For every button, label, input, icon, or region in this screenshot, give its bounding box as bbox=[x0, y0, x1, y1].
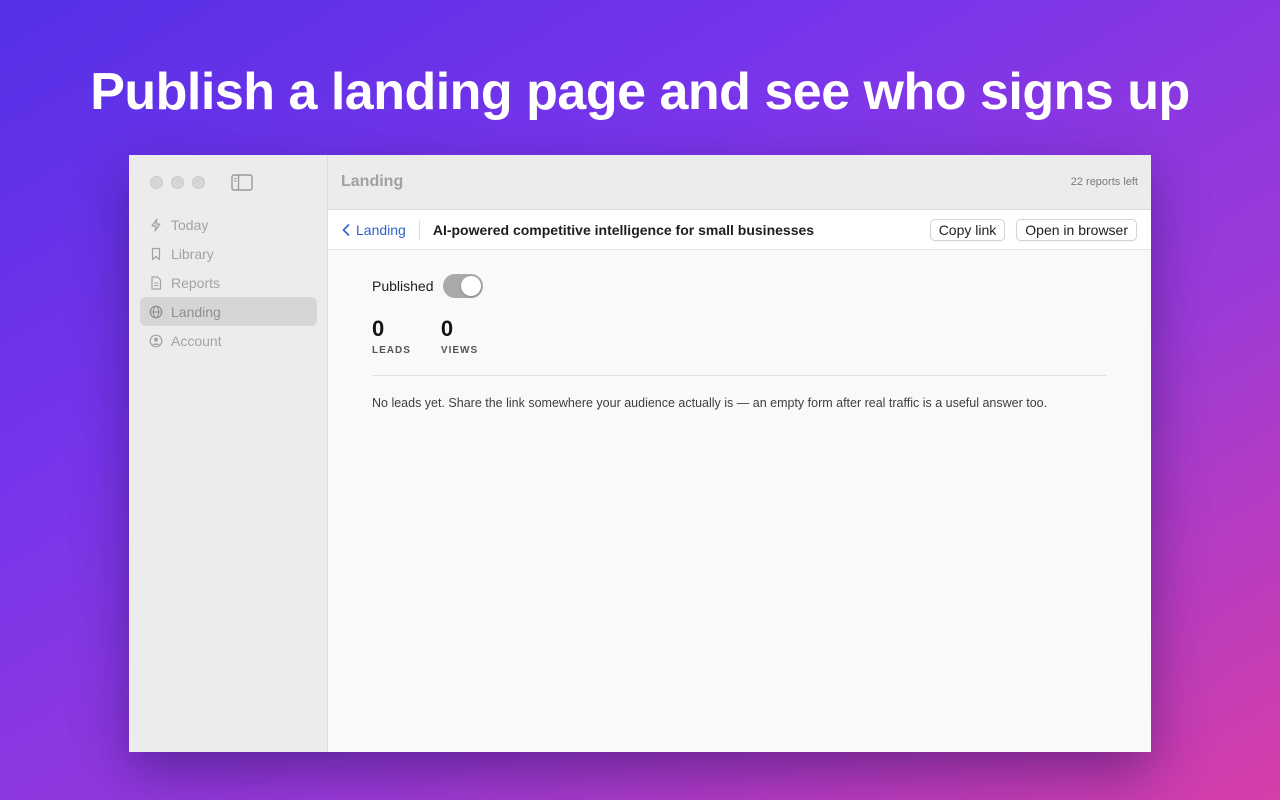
toolbar-actions: Copy link Open in browser bbox=[929, 219, 1137, 241]
leads-stat: 0 LEADS bbox=[372, 316, 411, 357]
published-row: Published bbox=[372, 274, 1107, 298]
sidebar-item-label: Account bbox=[171, 332, 222, 349]
empty-leads-message: No leads yet. Share the link somewhere y… bbox=[372, 396, 1048, 410]
globe-icon bbox=[149, 305, 163, 319]
sidebar-item-today[interactable]: Today bbox=[140, 210, 317, 239]
landing-detail: Published 0 LEADS 0 VIEWS No leads yet. … bbox=[328, 250, 1151, 434]
landing-page-name: AI-powered competitive intelligence for … bbox=[432, 221, 815, 238]
views-stat: 0 VIEWS bbox=[440, 316, 479, 357]
toggle-knob bbox=[460, 276, 481, 296]
bookmark-icon bbox=[149, 247, 163, 261]
person-circle-icon bbox=[149, 334, 163, 348]
close-window-button[interactable] bbox=[150, 176, 163, 189]
app-window: Today Library Reports Landing Account La… bbox=[129, 155, 1151, 752]
open-in-browser-button[interactable]: Open in browser bbox=[1016, 219, 1137, 241]
zoom-window-button[interactable] bbox=[192, 176, 205, 189]
views-label: VIEWS bbox=[440, 345, 479, 356]
window-controls bbox=[150, 176, 205, 189]
views-count: 0 bbox=[440, 316, 454, 341]
headline: Publish a landing page and see who signs… bbox=[90, 63, 1190, 121]
divider bbox=[372, 375, 1106, 376]
back-button[interactable]: Landing bbox=[342, 219, 420, 240]
main-pane: Landing 22 reports left Landing AI-power… bbox=[328, 155, 1151, 752]
minimize-window-button[interactable] bbox=[171, 176, 184, 189]
detail-toolbar: Landing AI-powered competitive intellige… bbox=[328, 210, 1151, 250]
sidebar-item-label: Reports bbox=[171, 274, 221, 291]
document-icon bbox=[149, 275, 163, 290]
titlebar: Landing 22 reports left bbox=[328, 155, 1151, 210]
stats: 0 LEADS 0 VIEWS bbox=[372, 316, 1107, 357]
leads-label: LEADS bbox=[372, 345, 411, 356]
sidebar-toggle-icon[interactable] bbox=[231, 174, 253, 191]
chevron-left-icon bbox=[342, 223, 350, 236]
sidebar-item-reports[interactable]: Reports bbox=[140, 268, 317, 297]
published-toggle[interactable] bbox=[442, 274, 483, 298]
sidebar-item-label: Today bbox=[171, 216, 209, 233]
sidebar-item-account[interactable]: Account bbox=[140, 326, 317, 355]
window-title: Landing bbox=[341, 173, 404, 190]
published-label: Published bbox=[372, 278, 434, 294]
back-label: Landing bbox=[356, 221, 406, 238]
sidebar-item-label: Library bbox=[171, 245, 214, 262]
sidebar: Today Library Reports Landing Account bbox=[129, 155, 328, 752]
reports-remaining: 22 reports left bbox=[1070, 176, 1138, 188]
sidebar-item-library[interactable]: Library bbox=[140, 239, 317, 268]
sidebar-nav: Today Library Reports Landing Account bbox=[140, 210, 317, 355]
bolt-icon bbox=[149, 217, 163, 232]
sidebar-item-landing[interactable]: Landing bbox=[140, 297, 317, 326]
copy-link-button[interactable]: Copy link bbox=[929, 219, 1006, 241]
leads-count: 0 bbox=[372, 316, 385, 341]
sidebar-item-label: Landing bbox=[171, 303, 221, 320]
